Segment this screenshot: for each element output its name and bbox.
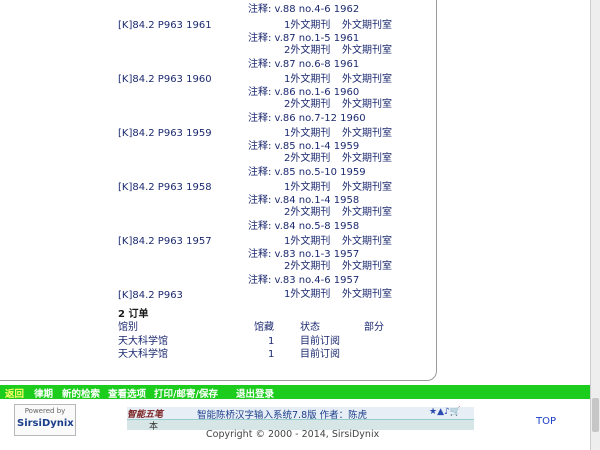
- nav-bar: 返回 律期 新的检索 查看选项 打印/邮寄/保存 退出登录: [0, 385, 590, 400]
- order-row: 天大科学馆 1 目前订阅: [118, 349, 418, 361]
- call-number: [K]84.2 P963 1958: [118, 182, 212, 193]
- vertical-scrollbar[interactable]: [590, 0, 600, 450]
- copy-label: 1外文期刊: [284, 74, 331, 85]
- ime-status: 本: [149, 422, 159, 432]
- order-library: 天大科学馆: [118, 349, 168, 360]
- holding-row: [K]84.2 P963 1959 1外文期刊 外文期刊室 注释: v.85 n…: [0, 122, 436, 178]
- call-number: [K]84.2 P963 1957: [118, 236, 212, 247]
- call-number: [K]84.2 P963 1960: [118, 74, 212, 85]
- order-library: 天大科学馆: [118, 336, 168, 347]
- copyright-text: Copyright © 2000 - 2014, SirsiDynix: [206, 429, 380, 440]
- header-status: 状态: [300, 322, 320, 333]
- nav-logout[interactable]: 退出登录: [236, 386, 274, 400]
- ime-icons: ★▲♪🛒: [429, 407, 461, 417]
- location-label: 外文期刊室: [342, 261, 392, 272]
- orders-header: 馆别 馆藏 状态 部分: [118, 322, 418, 334]
- location-label: 外文期刊室: [342, 289, 392, 300]
- sirsidynix-logo[interactable]: Powered by SirsiDynix: [14, 404, 76, 436]
- holding-note: 注释: v.85 no.1-4 1959: [248, 141, 360, 152]
- copy-label: 1外文期刊: [284, 236, 331, 247]
- holding-row: [K]84.2 P963 1957 1外文期刊 外文期刊室 注释: v.83 n…: [0, 230, 436, 286]
- header-library: 馆别: [118, 322, 138, 333]
- brand-label: SirsiDynix: [17, 418, 74, 429]
- orders-title: 2 订单: [118, 309, 149, 320]
- scroll-thumb[interactable]: [592, 398, 599, 432]
- copy-label: 2外文期刊: [284, 45, 331, 56]
- holding-note: 注释: v.83 no.1-3 1957: [248, 249, 360, 260]
- call-number: [K]84.2 P963 1961: [118, 20, 212, 31]
- holding-row: [K]84.2 P963 1958 1外文期刊 外文期刊室 注释: v.84 n…: [0, 176, 436, 232]
- top-link[interactable]: TOP: [536, 416, 556, 427]
- copy-label: 1外文期刊: [284, 182, 331, 193]
- copy-label: 2外文期刊: [284, 207, 331, 218]
- copy-label: 2外文期刊: [284, 99, 331, 110]
- copy-label: 2外文期刊: [284, 153, 331, 164]
- order-status: 目前订阅: [300, 349, 340, 360]
- copy-label: 1外文期刊: [284, 128, 331, 139]
- location-label: 外文期刊室: [342, 20, 392, 31]
- copy-label: 1外文期刊: [284, 289, 331, 300]
- order-copies: 1: [268, 349, 275, 360]
- call-number: [K]84.2 P963: [118, 290, 183, 301]
- nav-print-email-save[interactable]: 打印/邮寄/保存: [154, 386, 218, 400]
- location-label: 外文期刊室: [342, 236, 392, 247]
- location-label: 外文期刊室: [342, 74, 392, 85]
- location-label: 外文期刊室: [342, 153, 392, 164]
- nav-view-options[interactable]: 查看选项: [108, 386, 146, 400]
- holding-note: 注释: v.84 no.1-4 1958: [248, 195, 360, 206]
- copy-label: 1外文期刊: [284, 20, 331, 31]
- location-label: 外文期刊室: [342, 182, 392, 193]
- location-label: 外文期刊室: [342, 207, 392, 218]
- header-part: 部分: [364, 322, 384, 333]
- nav-new-search[interactable]: 新的检索: [62, 386, 100, 400]
- location-label: 外文期刊室: [342, 99, 392, 110]
- holdings-panel: 注释: v.88 no.4-6 1962 [K]84.2 P963 1961 1…: [0, 0, 437, 381]
- holding-row: [K]84.2 P963 1960 1外文期刊 外文期刊室 注释: v.86 n…: [0, 68, 436, 124]
- copy-label: 2外文期刊: [284, 261, 331, 272]
- powered-by-label: Powered by: [24, 407, 66, 415]
- order-copies: 1: [268, 336, 275, 347]
- order-row: 天大科学馆 1 目前订阅: [118, 336, 418, 348]
- holding-note: 注释: v.86 no.1-6 1960: [248, 87, 360, 98]
- location-label: 外文期刊室: [342, 128, 392, 139]
- nav-back[interactable]: 返回: [5, 386, 24, 400]
- order-status: 目前订阅: [300, 336, 340, 347]
- holding-row: [K]84.2 P963 1961 1外文期刊 外文期刊室 注释: v.87 n…: [0, 14, 436, 70]
- location-label: 外文期刊室: [342, 45, 392, 56]
- nav-item[interactable]: 律期: [34, 386, 53, 400]
- header-copies: 馆藏: [254, 322, 274, 333]
- holding-note: 注释: v.87 no.1-5 1961: [248, 33, 360, 44]
- ime-toolbar[interactable]: 智能五笔 智能陈桥汉字输入系统7.8版 作者：陈虎 ★▲♪🛒: [127, 407, 474, 421]
- call-number: [K]84.2 P963 1959: [118, 128, 212, 139]
